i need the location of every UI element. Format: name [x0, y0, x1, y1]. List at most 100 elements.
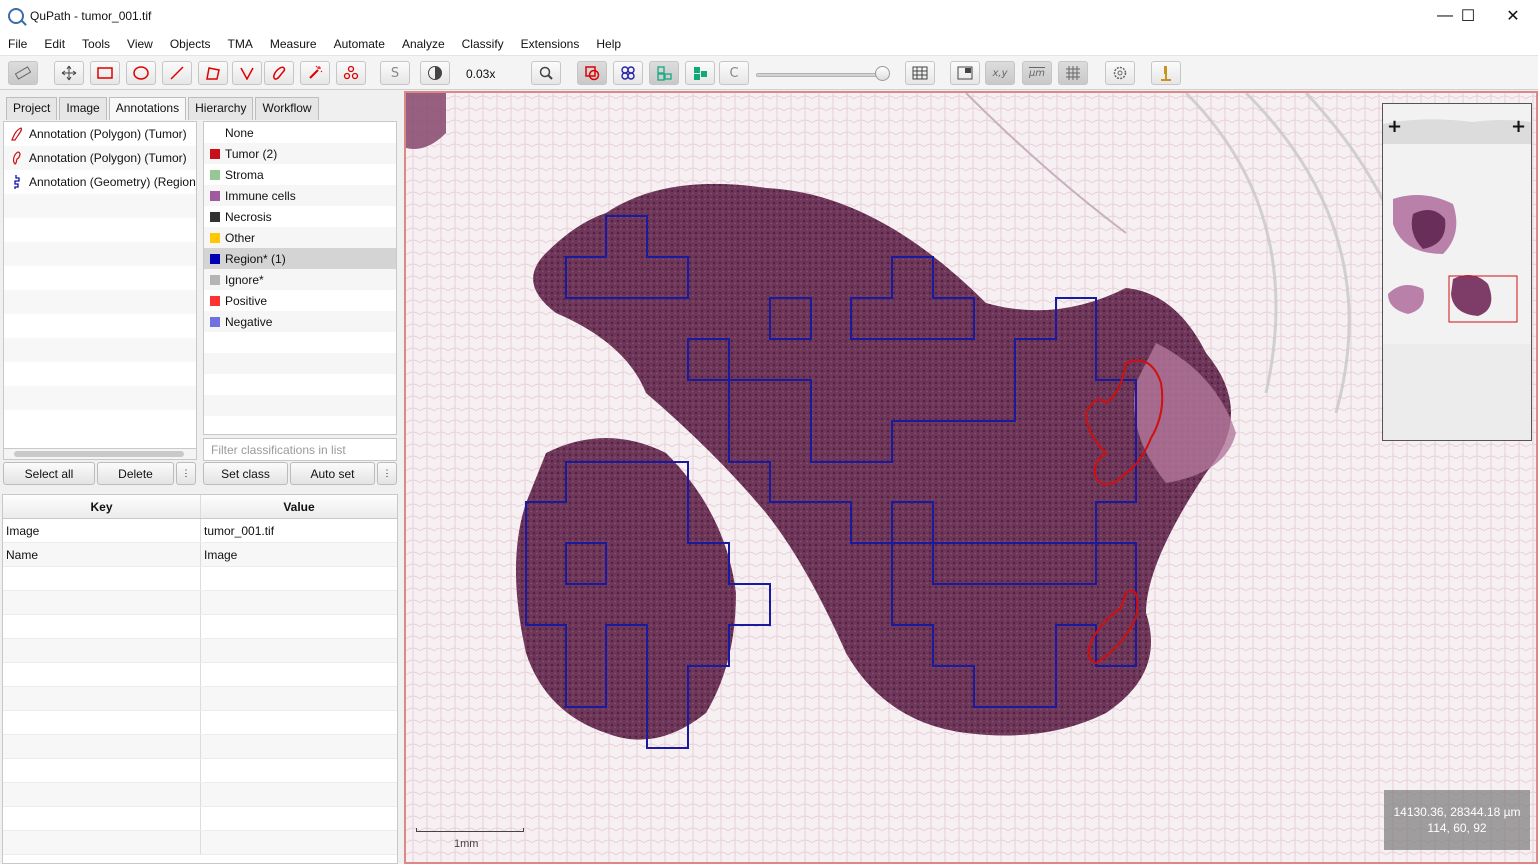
tab-hierarchy[interactable]: Hierarchy — [188, 97, 254, 120]
class-options-button[interactable]: ⋮ — [377, 462, 397, 485]
show-connections-button[interactable]: C — [719, 61, 749, 85]
class-item-immune-cells[interactable]: Immune cells — [204, 185, 396, 206]
gear-icon — [1113, 66, 1127, 80]
xy-icon: x,y — [992, 67, 1008, 79]
set-class-button[interactable]: Set class — [203, 462, 288, 485]
menu-view[interactable]: View — [127, 37, 153, 51]
class-item-stroma[interactable]: Stroma — [204, 164, 396, 185]
overview-icon — [957, 66, 973, 80]
zoom-level: 0.03x — [466, 67, 496, 81]
wand-tool-button[interactable] — [300, 61, 330, 85]
move-tool-button[interactable] — [54, 61, 84, 85]
preferences-button[interactable] — [1105, 61, 1135, 85]
column-header-key[interactable]: Key — [3, 495, 201, 518]
show-scalebar-button[interactable]: µm — [1022, 61, 1052, 85]
show-detections-button[interactable] — [649, 61, 679, 85]
opacity-slider-knob[interactable] — [875, 66, 890, 81]
class-item-ignore[interactable]: Ignore* — [204, 269, 396, 290]
measure-tool-button[interactable] — [8, 61, 38, 85]
close-button[interactable]: ✕ — [1490, 0, 1536, 32]
menu-analyze[interactable]: Analyze — [402, 37, 445, 51]
annotation-label: Annotation (Geometry) (Region* — [29, 175, 197, 189]
opacity-slider-track[interactable] — [756, 73, 886, 77]
line-tool-button[interactable] — [162, 61, 192, 85]
image-viewer[interactable]: + + 1mm 14130.36, 28344.18 µm 114, 60, 9… — [404, 91, 1538, 864]
show-annotations-button[interactable] — [577, 61, 607, 85]
menu-measure[interactable]: Measure — [270, 37, 317, 51]
menu-help[interactable]: Help — [596, 37, 621, 51]
scrollbar-thumb[interactable] — [14, 451, 184, 457]
brightness-contrast-button[interactable] — [420, 61, 450, 85]
fill-detections-button[interactable] — [685, 61, 715, 85]
brush-tool-button[interactable] — [264, 61, 294, 85]
select-all-button[interactable]: Select all — [3, 462, 95, 485]
classification-list[interactable]: None Tumor (2) Stroma Immune cells Necro… — [203, 121, 397, 435]
polygon-icon — [12, 151, 21, 165]
maximize-button[interactable]: ☐ — [1445, 0, 1491, 32]
grid-icon — [1066, 66, 1080, 80]
polygon-tool-button[interactable] — [198, 61, 228, 85]
class-item-negative[interactable]: Negative — [204, 311, 396, 332]
show-tma-grid-button[interactable] — [613, 61, 643, 85]
menu-extensions[interactable]: Extensions — [521, 37, 580, 51]
class-label: Ignore* — [225, 272, 264, 287]
move-icon — [61, 65, 77, 81]
class-item-positive[interactable]: Positive — [204, 290, 396, 311]
annotation-list-scrollbar[interactable] — [3, 448, 197, 460]
table-row[interactable]: Image tumor_001.tif — [3, 519, 397, 543]
class-label: None — [225, 125, 254, 140]
class-swatch — [210, 232, 220, 243]
annotation-options-button[interactable]: ⋮ — [176, 462, 196, 485]
menu-edit[interactable]: Edit — [44, 37, 65, 51]
class-swatch — [210, 295, 220, 306]
annotation-list-item[interactable]: Annotation (Polygon) (Tumor) — [4, 122, 196, 146]
show-overview-button[interactable] — [950, 61, 980, 85]
tab-workflow[interactable]: Workflow — [255, 97, 319, 120]
class-swatch — [210, 190, 220, 201]
table-row[interactable]: Name Image — [3, 543, 397, 567]
annotation-list-item[interactable]: Annotation (Geometry) (Region* — [4, 170, 196, 194]
geometry-icon — [14, 175, 20, 189]
tab-image[interactable]: Image — [59, 97, 107, 120]
class-item-necrosis[interactable]: Necrosis — [204, 206, 396, 227]
delete-button[interactable]: Delete — [97, 462, 174, 485]
class-swatch — [210, 148, 220, 159]
ellipse-tool-button[interactable] — [126, 61, 156, 85]
tab-project[interactable]: Project — [6, 97, 58, 120]
class-item-none[interactable]: None — [204, 122, 396, 143]
overview-thumbnail[interactable]: + + — [1382, 103, 1532, 441]
show-location-button[interactable]: x,y — [985, 61, 1015, 85]
menu-tma[interactable]: TMA — [228, 37, 253, 51]
rectangle-tool-button[interactable] — [90, 61, 120, 85]
menu-tools[interactable]: Tools — [82, 37, 110, 51]
annotation-list[interactable]: Annotation (Polygon) (Tumor) Annotation … — [3, 121, 197, 451]
menu-bar: File Edit Tools View Objects TMA Measure… — [0, 32, 1538, 56]
svg-text:+: + — [1511, 116, 1526, 137]
zoom-to-fit-button[interactable] — [531, 61, 561, 85]
window-title: QuPath - tumor_001.tif — [30, 9, 152, 23]
tab-annotations[interactable]: Annotations — [108, 97, 187, 120]
column-header-value[interactable]: Value — [201, 495, 397, 518]
menu-classify[interactable]: Classify — [462, 37, 504, 51]
table-header: Key Value — [3, 495, 397, 519]
measurement-table[interactable]: Key Value Image tumor_001.tif Name Image — [2, 494, 398, 864]
table-icon — [912, 66, 928, 80]
class-item-region[interactable]: Region* (1) — [204, 248, 396, 269]
polyline-tool-button[interactable] — [232, 61, 262, 85]
measurement-table-button[interactable] — [905, 61, 935, 85]
selection-mode-button[interactable]: S — [380, 61, 410, 85]
class-label: Immune cells — [225, 188, 296, 203]
class-item-tumor[interactable]: Tumor (2) — [204, 143, 396, 164]
menu-automate[interactable]: Automate — [334, 37, 385, 51]
show-grid-button[interactable] — [1058, 61, 1088, 85]
fill-detections-icon — [694, 67, 707, 80]
points-tool-button[interactable] — [336, 61, 366, 85]
annotation-list-item[interactable]: Annotation (Polygon) (Tumor) — [4, 146, 196, 170]
auto-set-button[interactable]: Auto set — [290, 462, 375, 485]
menu-objects[interactable]: Objects — [170, 37, 211, 51]
class-filter-input[interactable]: Filter classifications in list — [203, 438, 397, 461]
magic-wand-icon — [309, 65, 323, 79]
log-button[interactable] — [1151, 61, 1181, 85]
menu-file[interactable]: File — [8, 37, 27, 51]
class-item-other[interactable]: Other — [204, 227, 396, 248]
